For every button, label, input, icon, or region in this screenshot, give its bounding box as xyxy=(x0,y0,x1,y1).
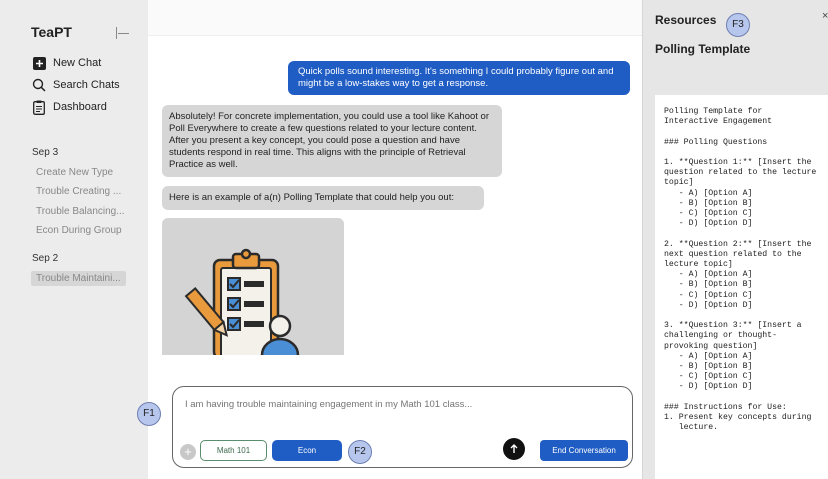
search-chats-button[interactable]: Search Chats xyxy=(32,78,120,92)
history-item-active[interactable]: Trouble Maintaini... xyxy=(31,271,126,286)
annotation-badge-f1: F1 xyxy=(137,402,161,426)
new-chat-label: New Chat xyxy=(53,57,102,69)
new-chat-button[interactable]: New Chat xyxy=(32,56,101,70)
chat-header xyxy=(148,0,642,36)
history-item[interactable]: Econ During Group xyxy=(36,225,122,236)
message-composer[interactable]: + Math 101 Econ End Conversation xyxy=(172,386,633,468)
close-icon[interactable]: × xyxy=(822,10,828,22)
clipboard-checklist-illustration xyxy=(184,248,300,355)
send-button[interactable] xyxy=(503,438,525,460)
panel-title: Resources xyxy=(655,13,717,27)
add-attachment-button[interactable]: + xyxy=(180,444,196,460)
chat-area: Quick polls sound interesting. It's some… xyxy=(148,0,642,479)
resource-title: Polling Template xyxy=(655,42,751,56)
plus-square-icon xyxy=(32,56,46,70)
resource-document: Polling Template for Interactive Engagem… xyxy=(655,95,828,479)
assistant-message: Here is an example of a(n) Polling Templ… xyxy=(162,186,484,210)
resources-panel: Resources × Polling Template Polling Tem… xyxy=(642,0,828,479)
dashboard-label: Dashboard xyxy=(53,101,107,113)
end-conversation-button[interactable]: End Conversation xyxy=(540,440,628,461)
annotation-badge-f2: F2 xyxy=(348,440,372,464)
search-chats-label: Search Chats xyxy=(53,79,120,91)
course-chip[interactable]: Math 101 xyxy=(200,440,267,461)
history-item[interactable]: Create New Type xyxy=(36,167,113,178)
user-message: Quick polls sound interesting. It's some… xyxy=(288,61,630,95)
clipboard-icon xyxy=(32,100,46,115)
polling-template-image[interactable] xyxy=(162,218,344,355)
history-item[interactable]: Trouble Balancing... xyxy=(36,206,125,217)
history-group-sep-2: Sep 2 xyxy=(32,253,59,264)
message-input[interactable] xyxy=(185,399,615,410)
history-item[interactable]: Trouble Creating ... xyxy=(36,186,121,197)
document-text: Polling Template for Interactive Engagem… xyxy=(664,107,817,433)
sidebar: TeaPT New Chat Search Chats Dashboard Se… xyxy=(0,0,148,479)
assistant-message: Absolutely! For concrete implementation,… xyxy=(162,105,502,177)
brand-title: TeaPT xyxy=(31,24,72,40)
annotation-badge-f3: F3 xyxy=(726,13,750,37)
subject-chip[interactable]: Econ xyxy=(272,440,342,461)
search-icon xyxy=(32,78,46,92)
history-group-sep-3: Sep 3 xyxy=(32,147,59,158)
collapse-sidebar-icon[interactable] xyxy=(116,27,130,39)
arrow-up-icon xyxy=(510,444,518,453)
plus-icon: + xyxy=(184,444,192,459)
dashboard-button[interactable]: Dashboard xyxy=(32,100,107,115)
